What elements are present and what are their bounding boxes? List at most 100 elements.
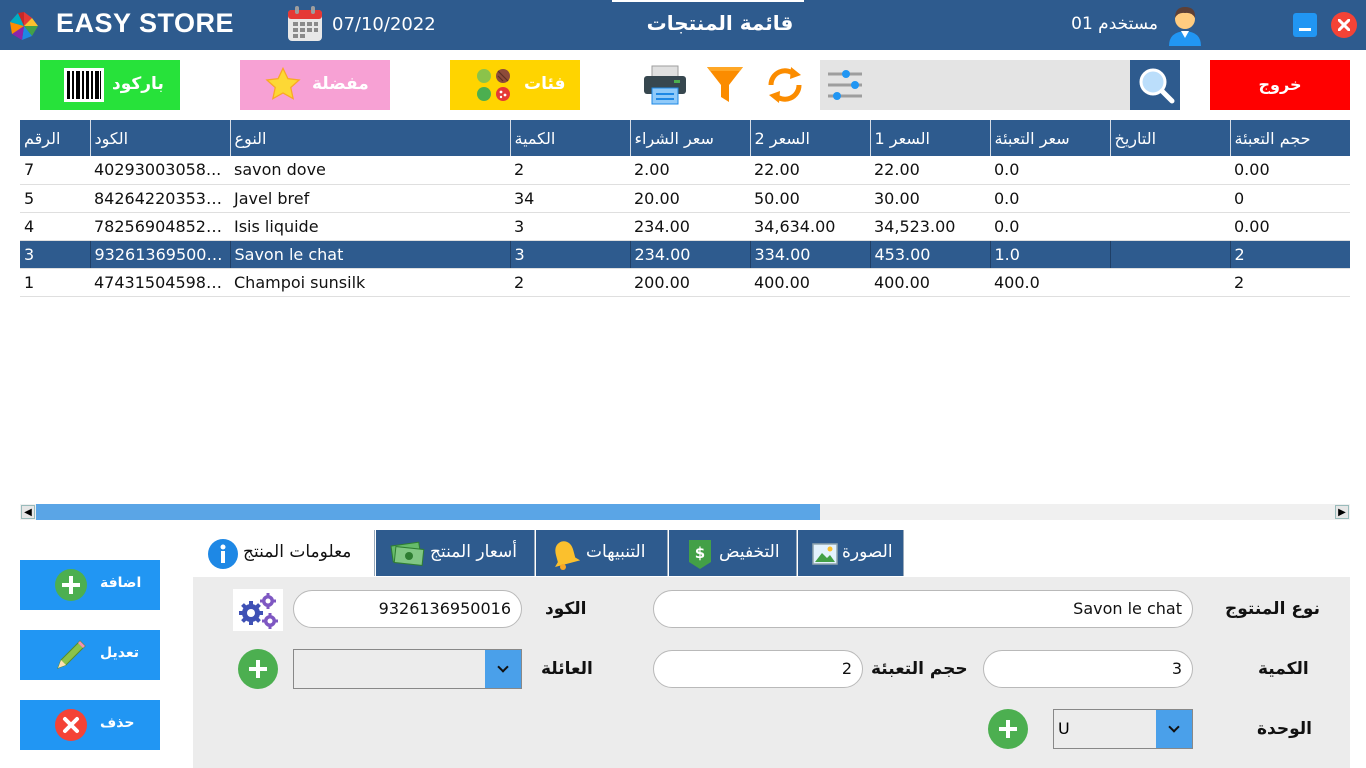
- search-button[interactable]: [1130, 60, 1180, 110]
- page-title: قائمة المنتجات: [646, 11, 794, 35]
- table-cell: 0.0: [990, 184, 1110, 213]
- pack-size-label: حجم التعبئة: [871, 659, 968, 679]
- table-cell: 234.00: [630, 240, 751, 269]
- column-header-price-2[interactable]: السعر 2: [750, 120, 871, 156]
- table-cell: 50.00: [750, 184, 870, 213]
- pack-size-field[interactable]: 2: [653, 650, 863, 688]
- column-header-pack-price[interactable]: سعر التعبئة: [990, 120, 1111, 156]
- product-type-label: نوع المنتوج: [1225, 599, 1320, 619]
- table-cell: 2: [510, 156, 630, 185]
- table-row[interactable]: 5 8426422035373 Javel bref 34 20.00 50.0…: [20, 184, 1350, 213]
- barcode-icon: [64, 68, 104, 102]
- tab-discount-label: التخفيض: [719, 542, 780, 562]
- table-cell: 0.00: [1230, 156, 1350, 185]
- barcode-label: باركود: [112, 74, 164, 94]
- barcode-button[interactable]: باركود: [40, 60, 180, 110]
- delete-label: حذف: [100, 715, 135, 731]
- table-cell: 20.00: [630, 184, 750, 213]
- add-family-button[interactable]: [238, 649, 278, 689]
- favorites-button[interactable]: مفضلة: [240, 60, 390, 110]
- categories-button[interactable]: فئات: [450, 60, 580, 110]
- gears-icon[interactable]: [233, 589, 283, 631]
- family-select[interactable]: [293, 649, 522, 689]
- quantity-field[interactable]: 3: [983, 650, 1193, 688]
- table-cell: 400.00: [870, 268, 990, 297]
- column-header-pack-size[interactable]: حجم التعبئة: [1230, 120, 1350, 156]
- column-header-purchase-price[interactable]: سعر الشراء: [630, 120, 751, 156]
- minimize-button[interactable]: [1293, 13, 1317, 37]
- tab-image[interactable]: الصورة: [798, 530, 904, 576]
- column-header-code[interactable]: الكود: [90, 120, 231, 156]
- table-cell: 2: [1230, 268, 1350, 297]
- code-field[interactable]: 9326136950016: [293, 590, 522, 628]
- table-cell: savon dove: [230, 156, 510, 185]
- family-label: العائلة: [541, 659, 593, 679]
- edit-product-button[interactable]: تعديل: [20, 630, 160, 680]
- add-product-button[interactable]: اضافة: [20, 560, 160, 610]
- info-icon: [208, 539, 238, 569]
- table-cell: 7: [20, 156, 90, 185]
- column-header-date[interactable]: التاريخ: [1110, 120, 1231, 156]
- refresh-icon[interactable]: [763, 63, 807, 107]
- table-cell: Javel bref: [230, 184, 510, 213]
- product-type-field[interactable]: Savon le chat: [653, 590, 1193, 628]
- calendar-icon[interactable]: [286, 5, 324, 43]
- tab-alerts[interactable]: التنبيهات: [536, 530, 668, 576]
- table-cell: Champoi sunsilk: [230, 268, 510, 297]
- table-cell: 1: [20, 268, 90, 297]
- table-cell: 40293003058...: [90, 156, 230, 185]
- column-header-quantity[interactable]: الكمية: [510, 120, 631, 156]
- exit-button[interactable]: خروج: [1210, 60, 1350, 110]
- table-cell: [1110, 268, 1230, 297]
- add-unit-button[interactable]: [988, 709, 1028, 749]
- table-cell: 34: [510, 184, 630, 213]
- table-cell: 3: [510, 212, 630, 241]
- scroll-left-arrow-icon[interactable]: ◀: [21, 505, 35, 519]
- table-row[interactable]: 7 40293003058... savon dove 2 2.00 22.00…: [20, 156, 1350, 185]
- tab-discount[interactable]: $ التخفيض: [669, 530, 797, 576]
- categories-label: فئات: [524, 74, 566, 94]
- chevron-down-icon[interactable]: [485, 650, 521, 688]
- settings-sliders-icon[interactable]: [826, 68, 864, 102]
- plus-circle-icon: [55, 569, 87, 601]
- column-header-type[interactable]: النوع: [230, 120, 511, 156]
- table-row[interactable]: 1 4743150459881 Champoi sunsilk 2 200.00…: [20, 268, 1350, 297]
- table-row[interactable]: 4 7825690485264 Isis liquide 3 234.00 34…: [20, 212, 1350, 241]
- search-input[interactable]: [870, 60, 1130, 110]
- table-cell: 0.0: [990, 212, 1110, 241]
- delete-product-button[interactable]: حذف: [20, 700, 160, 750]
- table-cell: 2: [1230, 240, 1350, 269]
- unit-label: الوحدة: [1257, 719, 1312, 739]
- user-avatar-icon[interactable]: [1166, 4, 1204, 46]
- quantity-label: الكمية: [1258, 659, 1309, 679]
- table-cell: 400.0: [990, 268, 1110, 297]
- table-cell: 334.00: [750, 240, 871, 269]
- column-header-price-1[interactable]: السعر 1: [870, 120, 991, 156]
- app-logo-icon: [10, 12, 38, 40]
- table-cell: 5: [20, 184, 90, 213]
- tab-product-info[interactable]: معلومات المنتج: [195, 530, 375, 576]
- add-label: اضافة: [100, 575, 142, 591]
- table-cell: [1110, 212, 1230, 241]
- chevron-down-icon[interactable]: [1156, 710, 1192, 748]
- user-name: مستخدم 01: [1071, 14, 1158, 34]
- tab-product-prices[interactable]: أسعار المنتج: [376, 530, 535, 576]
- scrollbar-thumb[interactable]: [36, 504, 820, 520]
- filter-icon[interactable]: [705, 64, 745, 106]
- table-cell: 34,523.00: [870, 212, 990, 241]
- table-cell: 30.00: [870, 184, 990, 213]
- table-cell: 3: [510, 240, 631, 269]
- horizontal-scrollbar[interactable]: ◀ ▶: [20, 504, 1350, 520]
- pencil-icon: [57, 640, 86, 669]
- scroll-right-arrow-icon[interactable]: ▶: [1335, 505, 1349, 519]
- app-name: EASY STORE: [56, 8, 235, 38]
- table-row-selected[interactable]: 3 9326136950016 Savon le chat 3 234.00 3…: [20, 240, 1350, 269]
- table-cell: [1110, 184, 1230, 213]
- search-box: [820, 60, 1130, 110]
- close-window-button[interactable]: [1331, 12, 1357, 38]
- column-header-number[interactable]: الرقم: [20, 120, 91, 156]
- search-icon: [1139, 68, 1175, 104]
- unit-select[interactable]: U: [1053, 709, 1193, 749]
- title-bar: EASY STORE 07/10/2022 قائمة المنتجات مست…: [0, 0, 1366, 50]
- print-icon[interactable]: [642, 64, 688, 106]
